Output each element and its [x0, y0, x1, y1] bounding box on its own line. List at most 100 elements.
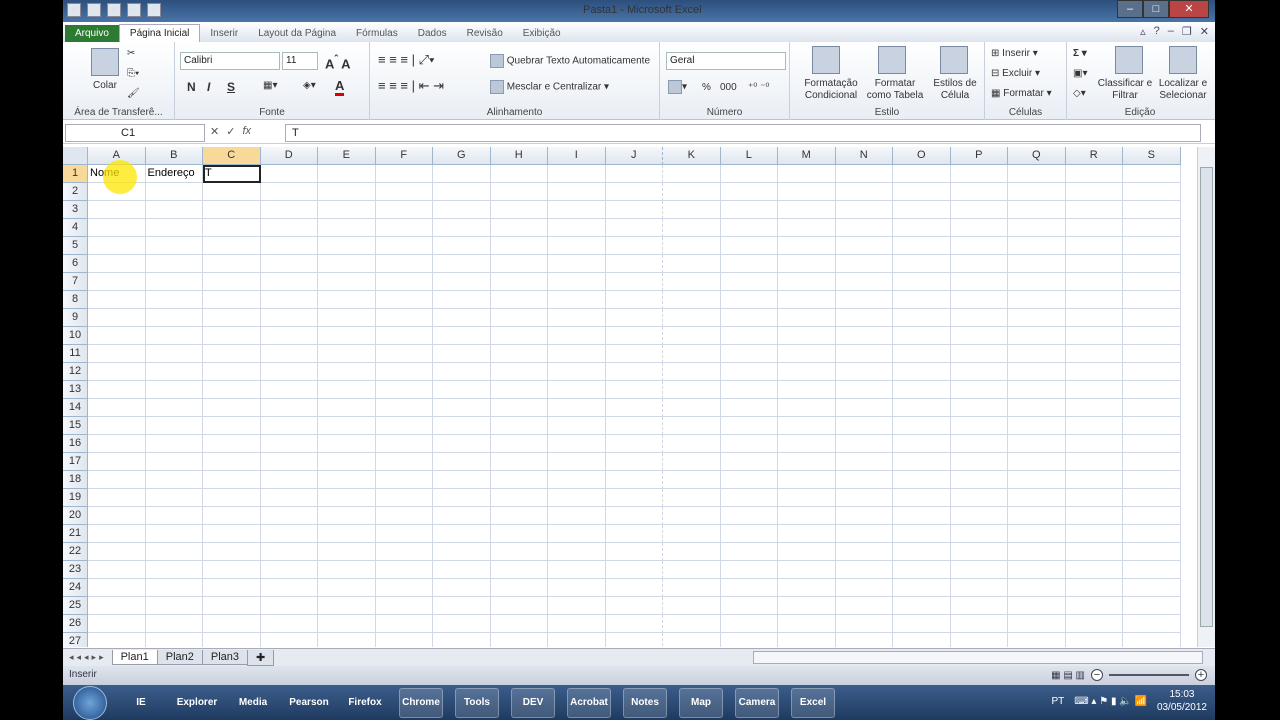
cell[interactable] — [433, 219, 491, 237]
row-header[interactable]: 3 — [63, 201, 88, 219]
cell[interactable] — [835, 525, 893, 543]
sort-filter-icon[interactable] — [1115, 46, 1143, 74]
cell[interactable] — [88, 525, 146, 543]
cell[interactable] — [260, 453, 318, 471]
cell[interactable] — [1123, 363, 1181, 381]
cell[interactable] — [1008, 633, 1066, 647]
row-header[interactable]: 4 — [63, 219, 88, 237]
cell[interactable] — [145, 435, 203, 453]
checkbox-icon[interactable]: ✓ — [127, 3, 141, 17]
cell[interactable] — [1065, 471, 1123, 489]
zoom-in-button[interactable]: + — [1195, 669, 1207, 681]
cell[interactable] — [605, 399, 663, 417]
cell[interactable] — [548, 597, 606, 615]
cell[interactable] — [260, 579, 318, 597]
cell[interactable] — [375, 327, 433, 345]
copy-icon[interactable]: ⎘▾ — [127, 68, 139, 79]
cell[interactable] — [490, 165, 548, 183]
cell[interactable] — [548, 165, 606, 183]
cell[interactable] — [88, 381, 146, 399]
cell[interactable] — [548, 525, 606, 543]
cell[interactable] — [893, 165, 951, 183]
cell[interactable] — [433, 489, 491, 507]
cell[interactable] — [1008, 327, 1066, 345]
view-normal-icon[interactable]: ▦ ▤ ▥ — [1051, 670, 1085, 681]
cell[interactable] — [433, 291, 491, 309]
cell[interactable] — [548, 435, 606, 453]
cell[interactable] — [375, 363, 433, 381]
cell[interactable] — [490, 579, 548, 597]
cell[interactable] — [375, 561, 433, 579]
cell[interactable] — [490, 363, 548, 381]
thousands-button[interactable]: 000 — [720, 82, 737, 93]
cell[interactable] — [605, 507, 663, 525]
cell[interactable] — [1008, 615, 1066, 633]
cell[interactable] — [318, 183, 376, 201]
cell[interactable] — [1065, 615, 1123, 633]
cell[interactable] — [1008, 345, 1066, 363]
cell[interactable] — [663, 381, 721, 399]
cell[interactable] — [663, 579, 721, 597]
undo-icon[interactable]: ↶ — [107, 3, 121, 17]
cell[interactable] — [260, 327, 318, 345]
cell[interactable] — [490, 399, 548, 417]
row-header[interactable]: 16 — [63, 435, 88, 453]
cell[interactable] — [835, 561, 893, 579]
cell[interactable] — [605, 597, 663, 615]
cell[interactable] — [375, 291, 433, 309]
cell[interactable] — [778, 597, 836, 615]
cell[interactable] — [720, 237, 778, 255]
column-header[interactable]: L — [720, 147, 778, 165]
cell[interactable] — [1123, 525, 1181, 543]
italic-button[interactable]: I — [207, 80, 210, 94]
cell[interactable] — [605, 165, 663, 183]
cell[interactable] — [720, 381, 778, 399]
cell[interactable] — [1008, 489, 1066, 507]
cell[interactable] — [950, 309, 1008, 327]
cell[interactable] — [145, 327, 203, 345]
cell[interactable] — [433, 201, 491, 219]
cell[interactable] — [548, 561, 606, 579]
row-header[interactable]: 24 — [63, 579, 88, 597]
cell[interactable] — [145, 417, 203, 435]
row-header[interactable]: 10 — [63, 327, 88, 345]
restore-workbook-icon[interactable]: ❐ — [1182, 25, 1192, 38]
cell[interactable] — [203, 435, 261, 453]
cell[interactable] — [548, 255, 606, 273]
cell[interactable] — [318, 237, 376, 255]
cell[interactable] — [490, 201, 548, 219]
cell[interactable] — [605, 291, 663, 309]
cell[interactable] — [375, 615, 433, 633]
cell[interactable] — [1123, 345, 1181, 363]
cell[interactable] — [835, 507, 893, 525]
cell[interactable] — [778, 399, 836, 417]
cell[interactable] — [720, 363, 778, 381]
cell[interactable] — [893, 183, 951, 201]
cell[interactable] — [490, 435, 548, 453]
column-header[interactable]: P — [950, 147, 1008, 165]
cell[interactable] — [720, 165, 778, 183]
cell[interactable] — [1008, 273, 1066, 291]
row-header[interactable]: 1 — [63, 165, 88, 183]
column-header[interactable]: S — [1123, 147, 1181, 165]
cell[interactable] — [1008, 579, 1066, 597]
cell[interactable] — [88, 417, 146, 435]
cell[interactable] — [605, 543, 663, 561]
cell[interactable] — [490, 237, 548, 255]
cell[interactable] — [548, 417, 606, 435]
clock[interactable]: 15:03 03/05/2012 — [1157, 688, 1207, 714]
cell[interactable] — [893, 453, 951, 471]
cell[interactable] — [260, 435, 318, 453]
cell[interactable] — [950, 489, 1008, 507]
column-header[interactable]: J — [605, 147, 663, 165]
taskbar-app-notes[interactable]: Notes — [623, 687, 667, 718]
taskbar-app-explorer[interactable]: Explorer — [175, 688, 219, 718]
cell[interactable] — [663, 327, 721, 345]
cell[interactable] — [835, 579, 893, 597]
cell[interactable] — [88, 201, 146, 219]
cell[interactable] — [433, 309, 491, 327]
cell[interactable] — [433, 417, 491, 435]
cell[interactable] — [950, 255, 1008, 273]
language-indicator[interactable]: PT — [1051, 696, 1064, 707]
row-header[interactable]: 18 — [63, 471, 88, 489]
